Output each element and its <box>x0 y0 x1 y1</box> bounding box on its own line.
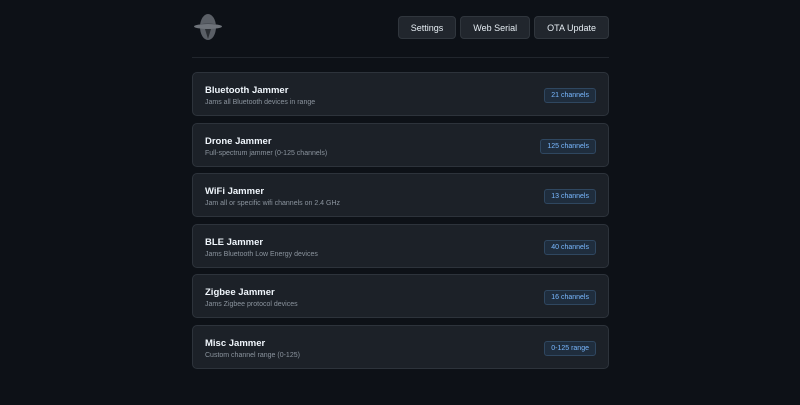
card-title: Zigbee Jammer <box>205 287 275 299</box>
card-title: Drone Jammer <box>205 135 272 147</box>
channel-badge: 16 channels <box>544 290 596 306</box>
top-nav: Settings Web Serial OTA Update <box>397 16 609 39</box>
card-description: Full-spectrum jammer (0-125 channels) <box>205 149 328 157</box>
app-container: Settings Web Serial OTA Update Bluetooth… <box>192 0 609 369</box>
ota-update-button[interactable]: OTA Update <box>534 16 609 39</box>
card-title: Bluetooth Jammer <box>205 85 289 96</box>
channel-badge: 40 channels <box>544 239 596 255</box>
channel-badge: 125 channels <box>540 138 596 154</box>
settings-button[interactable]: Settings <box>397 16 457 39</box>
jammer-card-wifi[interactable]: WiFi Jammer Jam all or specific wifi cha… <box>192 173 609 218</box>
channel-badge: 0-125 range <box>544 340 596 356</box>
card-description: Jams Bluetooth Low Energy devices <box>205 250 318 258</box>
card-title: BLE Jammer <box>205 236 264 248</box>
jammer-card-misc[interactable]: Misc Jammer Custom channel range (0-125)… <box>192 324 609 369</box>
card-title: WiFi Jammer <box>205 186 265 198</box>
header: Settings Web Serial OTA Update <box>192 0 609 58</box>
channel-badge: 13 channels <box>544 189 596 205</box>
card-description: Jams Zigbee protocol devices <box>205 301 298 309</box>
jammer-list: Bluetooth Jammer Jams all Bluetooth devi… <box>192 72 609 376</box>
jammer-card-ble[interactable]: BLE Jammer Jams Bluetooth Low Energy dev… <box>192 223 609 268</box>
web-serial-button[interactable]: Web Serial <box>460 16 531 39</box>
card-description: Custom channel range (0-125) <box>205 351 300 359</box>
jammer-card-zigbee[interactable]: Zigbee Jammer Jams Zigbee protocol devic… <box>192 274 609 319</box>
channel-badge: 21 channels <box>544 88 596 103</box>
logo-icon <box>194 14 222 40</box>
card-description: Jam all or specific wifi channels on 2.4… <box>205 200 340 208</box>
card-title: Misc Jammer <box>205 337 266 349</box>
jammer-card-bluetooth[interactable]: Bluetooth Jammer Jams all Bluetooth devi… <box>192 72 609 116</box>
jammer-card-drone[interactable]: Drone Jammer Full-spectrum jammer (0-125… <box>192 122 609 167</box>
card-description: Jams all Bluetooth devices in range <box>205 99 316 106</box>
